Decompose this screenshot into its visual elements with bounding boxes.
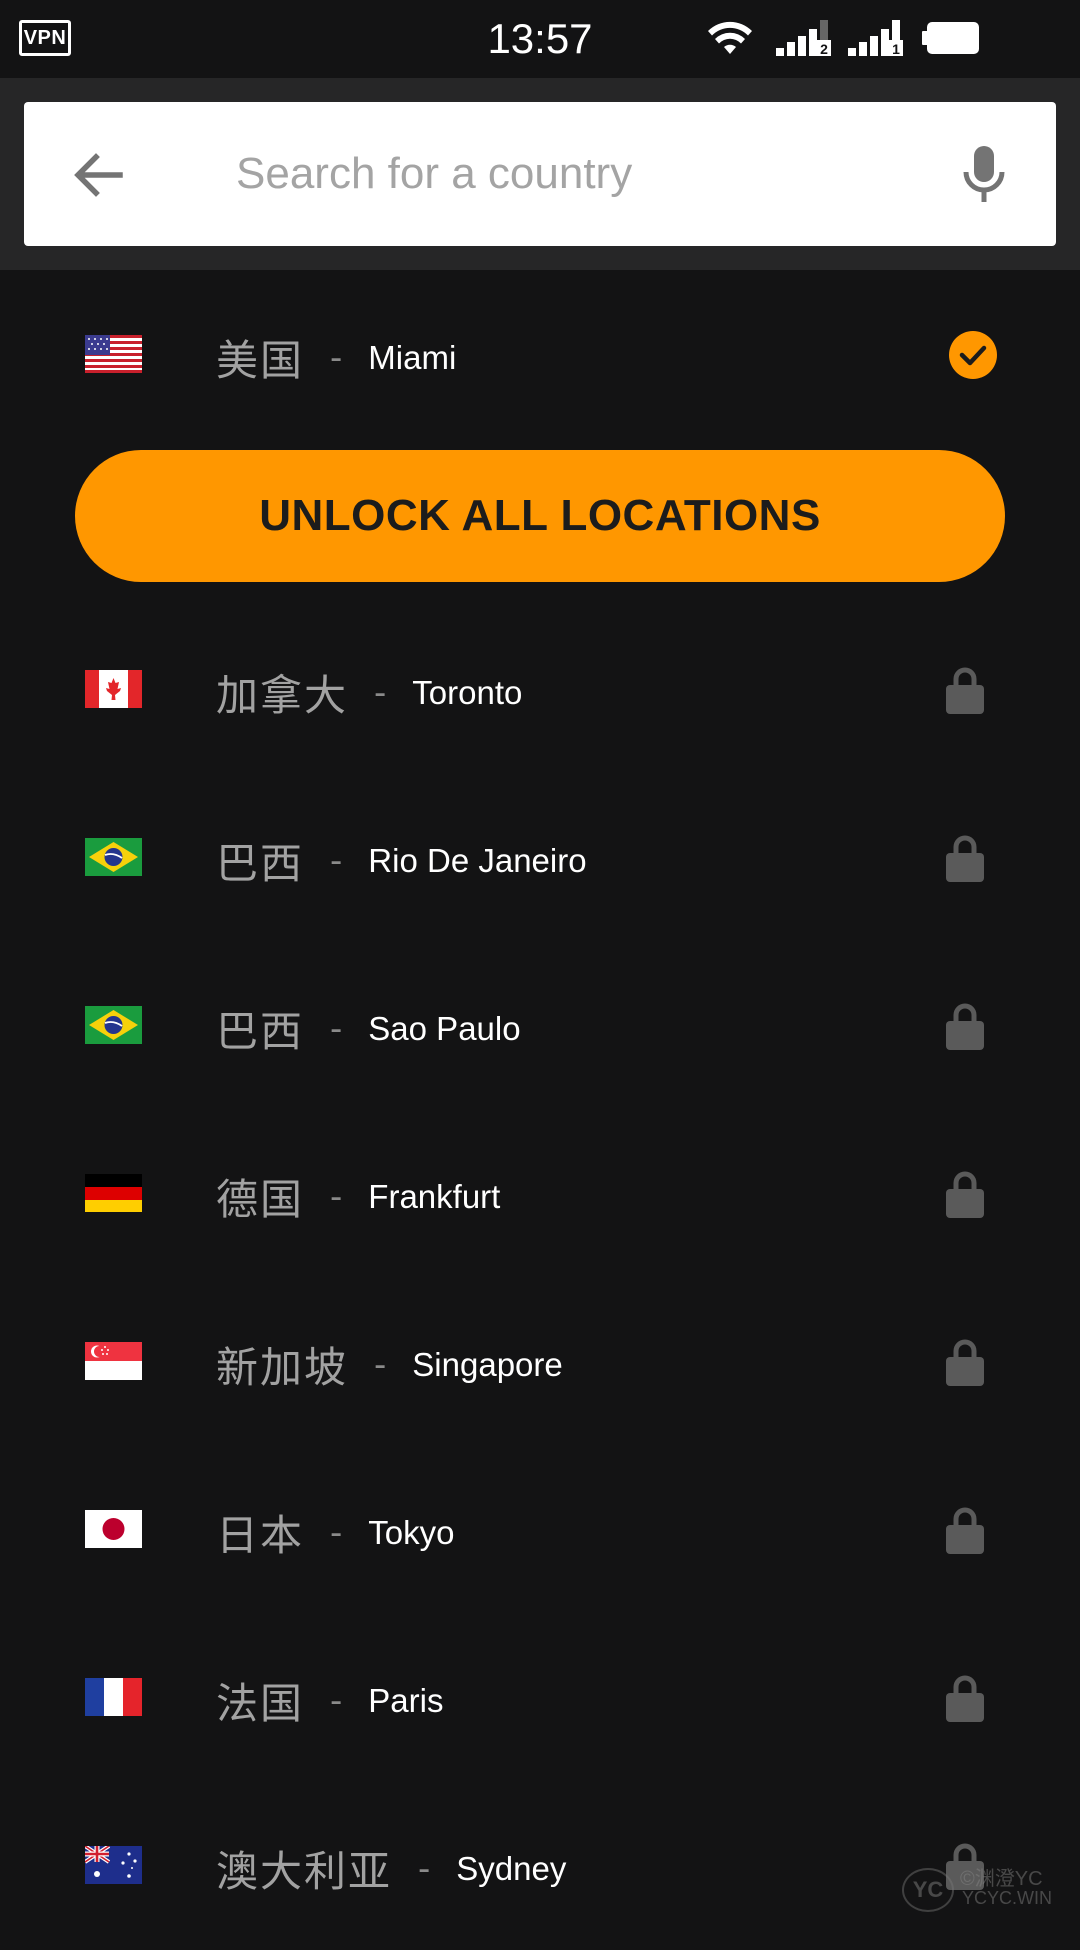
location-label: 法国 - Paris	[216, 1670, 443, 1731]
city-name: Toronto	[412, 674, 522, 712]
lock-icon	[946, 834, 984, 882]
location-row[interactable]: 新加坡 - Singapore	[0, 1278, 1080, 1446]
location-row[interactable]: 日本 - Tokyo	[0, 1446, 1080, 1614]
country-name: 美国	[216, 327, 304, 388]
separator: -	[330, 1009, 342, 1049]
country-name: 澳大利亚	[216, 1838, 392, 1899]
search-bar-container	[0, 78, 1080, 270]
flag-fr-icon	[85, 1678, 142, 1716]
separator: -	[418, 1849, 430, 1889]
search-box[interactable]	[24, 102, 1056, 246]
country-name: 德国	[216, 1166, 304, 1227]
city-name: Frankfurt	[368, 1178, 500, 1216]
location-row[interactable]: 法国 - Paris	[0, 1614, 1080, 1782]
country-name: 巴西	[216, 998, 304, 1059]
separator: -	[330, 841, 342, 881]
flag-au-icon	[85, 1846, 142, 1884]
separator: -	[374, 1345, 386, 1385]
location-row-selected[interactable]: 美国 - Miami	[0, 271, 1080, 439]
country-name: 巴西	[216, 830, 304, 891]
location-label: 美国 - Miami	[216, 327, 456, 388]
lock-icon	[946, 666, 984, 714]
checkmark-icon	[949, 331, 997, 379]
back-arrow-icon[interactable]	[64, 140, 134, 210]
location-row[interactable]: 巴西 - Rio De Janeiro	[0, 774, 1080, 942]
country-name: 法国	[216, 1670, 304, 1731]
location-label: 巴西 - Rio De Janeiro	[216, 830, 587, 891]
search-input[interactable]	[236, 132, 936, 216]
lock-icon	[946, 1506, 984, 1554]
location-row[interactable]: 巴西 - Sao Paulo	[0, 942, 1080, 1110]
location-row[interactable]: 德国 - Frankfurt	[0, 1110, 1080, 1278]
flag-jp-icon	[85, 1510, 142, 1548]
city-name: Tokyo	[368, 1514, 454, 1552]
separator: -	[330, 1513, 342, 1553]
country-name: 加拿大	[216, 662, 348, 723]
status-time: 13:57	[0, 14, 1080, 64]
city-name: Paris	[368, 1682, 443, 1720]
svg-text:2: 2	[820, 41, 828, 57]
country-name: 日本	[216, 1502, 304, 1563]
watermark-url: YCYC.WIN	[962, 1888, 1052, 1909]
city-name: Miami	[368, 339, 456, 377]
location-label: 德国 - Frankfurt	[216, 1166, 500, 1227]
separator: -	[330, 338, 342, 378]
lock-icon	[946, 1002, 984, 1050]
flag-br-icon	[85, 1006, 142, 1044]
flag-de-icon	[85, 1174, 142, 1212]
watermark-text: ©渊澄YC	[960, 1862, 1043, 1891]
watermark: YC ©渊澄YC YCYC.WIN	[902, 1860, 1072, 1914]
svg-text:1: 1	[892, 41, 900, 57]
location-label: 加拿大 - Toronto	[216, 662, 522, 723]
signal-icon: 2	[774, 18, 834, 58]
separator: -	[330, 1681, 342, 1721]
location-row[interactable]: 加拿大 - Toronto	[0, 606, 1080, 774]
flag-sg-icon	[85, 1342, 142, 1380]
city-name: Singapore	[412, 1346, 562, 1384]
lock-icon	[946, 1674, 984, 1722]
city-name: Sydney	[456, 1850, 566, 1888]
separator: -	[330, 1177, 342, 1217]
country-name: 新加坡	[216, 1334, 348, 1395]
location-label: 澳大利亚 - Sydney	[216, 1838, 566, 1899]
microphone-icon[interactable]	[954, 140, 1014, 210]
battery-icon	[922, 18, 980, 58]
city-name: Sao Paulo	[368, 1010, 520, 1048]
location-label: 巴西 - Sao Paulo	[216, 998, 521, 1059]
location-label: 新加坡 - Singapore	[216, 1334, 563, 1395]
watermark-logo: YC	[902, 1868, 954, 1912]
signal-icon: 1	[846, 18, 906, 58]
flag-us-icon	[85, 335, 142, 373]
lock-icon	[946, 1170, 984, 1218]
flag-ca-icon	[85, 670, 142, 708]
separator: -	[374, 673, 386, 713]
lock-icon	[946, 1338, 984, 1386]
city-name: Rio De Janeiro	[368, 842, 586, 880]
unlock-all-locations-button[interactable]: UNLOCK ALL LOCATIONS	[75, 450, 1005, 582]
location-label: 日本 - Tokyo	[216, 1502, 455, 1563]
wifi-icon	[706, 18, 754, 58]
status-bar: VPN 13:57 2 1	[0, 0, 1080, 78]
flag-br-icon	[85, 838, 142, 876]
